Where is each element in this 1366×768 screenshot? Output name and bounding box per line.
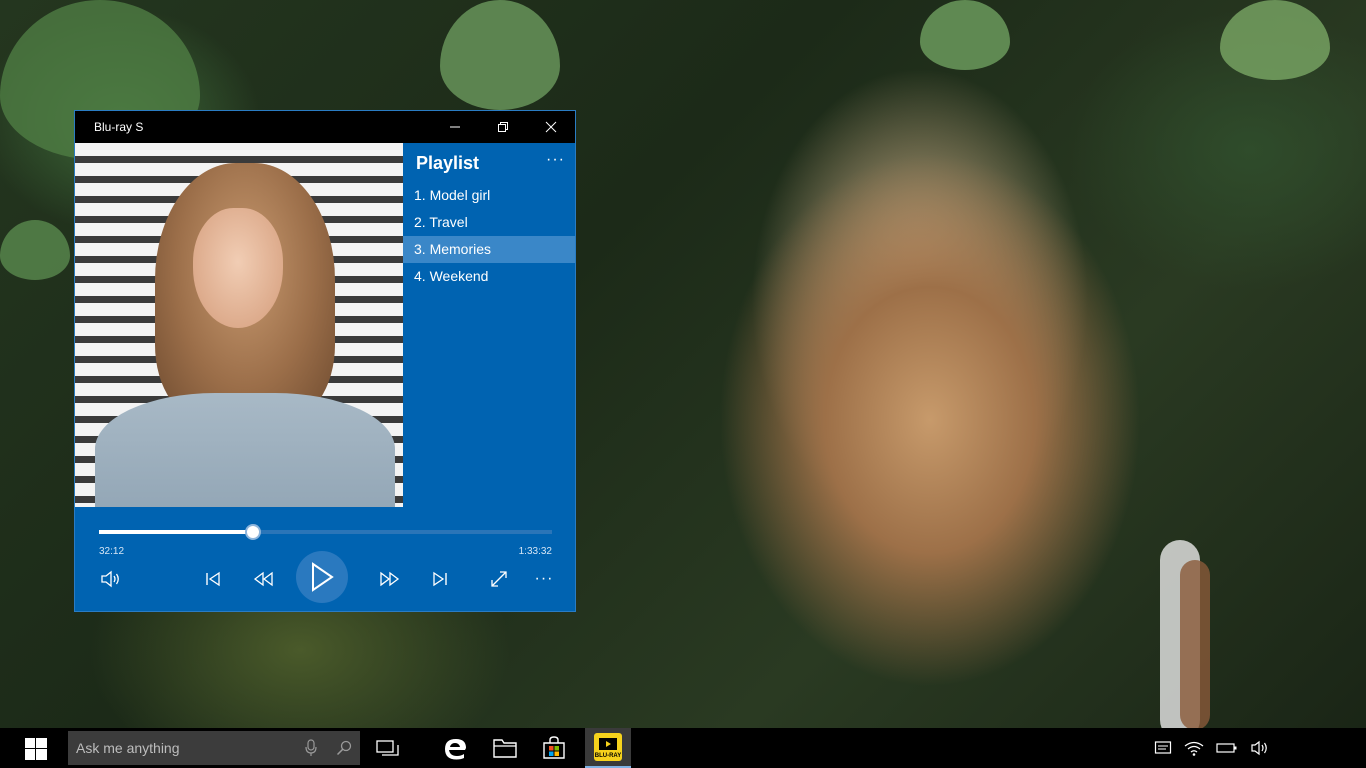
volume-tray-button[interactable]: [1249, 736, 1271, 760]
fullscreen-button[interactable]: [485, 565, 513, 593]
playlist-item[interactable]: 4. Weekend: [403, 263, 575, 290]
search-icon[interactable]: [336, 740, 352, 756]
skip-next-icon: [433, 571, 447, 587]
microphone-icon[interactable]: [304, 739, 318, 757]
task-view-icon: [376, 740, 399, 756]
wallpaper-bag-strap: [1180, 560, 1210, 730]
wallpaper-leaf: [0, 220, 70, 280]
next-track-button[interactable]: [426, 565, 454, 593]
store-bag-icon: [543, 736, 565, 759]
folder-icon: [493, 739, 517, 758]
task-view-button[interactable]: [376, 736, 400, 760]
minimize-button[interactable]: [431, 111, 479, 143]
volume-button[interactable]: [97, 565, 125, 593]
store-button[interactable]: [541, 736, 567, 760]
playback-controls: 32:12 1:33:32 ···: [75, 507, 575, 611]
search-placeholder: Ask me anything: [76, 740, 180, 756]
edge-icon: [445, 739, 466, 760]
restore-icon: [498, 122, 508, 132]
current-time: 32:12: [99, 546, 125, 557]
rewind-icon: [253, 571, 273, 587]
rewind-button[interactable]: [249, 565, 277, 593]
file-explorer-button[interactable]: [492, 736, 518, 760]
skip-previous-icon: [206, 571, 220, 587]
fullscreen-icon: [491, 571, 507, 587]
play-icon: [312, 562, 334, 592]
notification-icon: [1154, 741, 1172, 754]
film-icon: [599, 738, 617, 750]
close-button[interactable]: [527, 111, 575, 143]
video-subject-sweater: [95, 393, 395, 507]
playlist-more-button[interactable]: ···: [546, 151, 565, 169]
play-button[interactable]: [296, 551, 348, 603]
more-options-button[interactable]: ···: [530, 565, 558, 593]
seek-thumb[interactable]: [245, 524, 262, 540]
playlist-list: 1. Model girl 2. Travel 3. Memories 4. W…: [403, 182, 575, 290]
wallpaper-leaf: [440, 0, 560, 110]
windows-logo-icon: [25, 738, 47, 760]
seek-bar-progress: [99, 530, 254, 534]
total-time: 1:33:32: [518, 546, 552, 557]
wifi-icon: [1184, 741, 1204, 756]
playlist-panel: Playlist ··· 1. Model girl 2. Travel 3. …: [403, 143, 575, 507]
playlist-item[interactable]: 2. Travel: [403, 209, 575, 236]
start-button[interactable]: [25, 738, 47, 765]
action-center-button[interactable]: [1153, 736, 1173, 760]
window-title: Blu-ray S: [94, 120, 144, 134]
fast-forward-button[interactable]: [376, 565, 404, 593]
close-icon: [545, 121, 557, 133]
video-area[interactable]: [75, 143, 403, 507]
fast-forward-icon: [380, 571, 400, 587]
speaker-icon: [101, 570, 119, 588]
playlist-heading: Playlist: [416, 153, 480, 173]
minimize-icon: [450, 126, 460, 128]
battery-button[interactable]: [1216, 736, 1238, 760]
wallpaper-leaf: [920, 0, 1010, 70]
taskbar: Ask me anything BLU-RAY: [0, 728, 1366, 768]
network-button[interactable]: [1184, 736, 1204, 760]
window-controls: [431, 111, 575, 143]
restore-button[interactable]: [479, 111, 527, 143]
previous-track-button[interactable]: [199, 565, 227, 593]
battery-icon: [1216, 743, 1237, 753]
edge-browser-button[interactable]: [443, 736, 469, 760]
volume-icon: [1251, 740, 1267, 756]
bluray-app-label: BLU-RAY: [594, 753, 622, 759]
playlist-item[interactable]: 1. Model girl: [403, 182, 575, 209]
search-box[interactable]: Ask me anything: [68, 731, 360, 765]
player-window: Blu-ray S Playlist ··· 1. Model girl 2. …: [74, 110, 576, 612]
bluray-app-icon[interactable]: BLU-RAY: [594, 733, 622, 761]
video-subject-face: [193, 208, 283, 328]
seek-bar[interactable]: [99, 524, 552, 540]
wallpaper-leaf: [1220, 0, 1330, 80]
playlist-item[interactable]: 3. Memories: [403, 236, 575, 263]
title-bar[interactable]: Blu-ray S: [75, 111, 575, 143]
